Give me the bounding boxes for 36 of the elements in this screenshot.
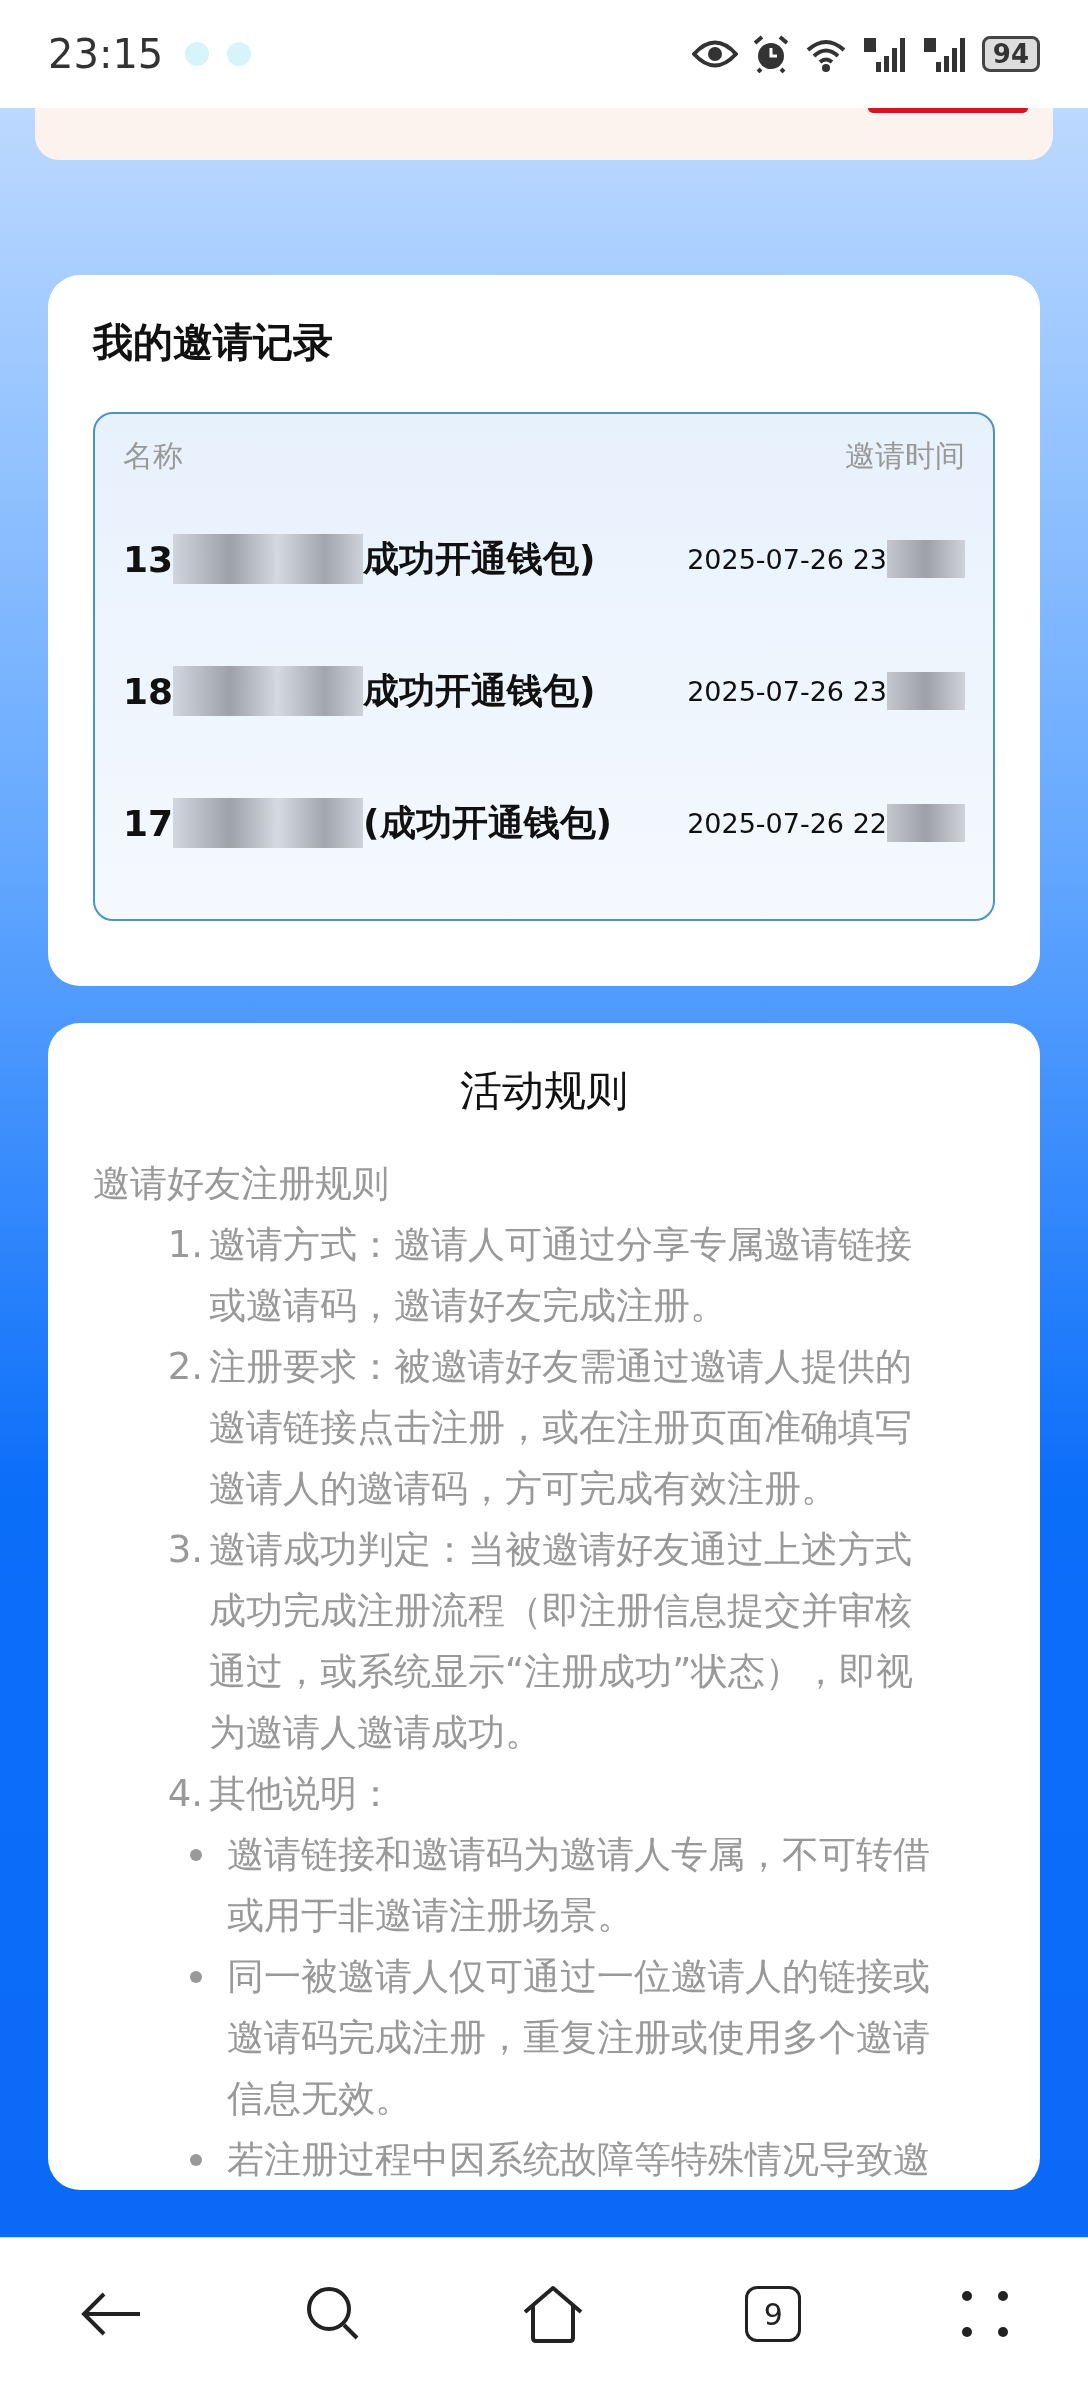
section-title: 我的邀请记录 bbox=[93, 318, 334, 367]
alarm-clock-icon bbox=[751, 35, 790, 73]
list-number: 4. bbox=[166, 1771, 203, 1817]
section-title: 活动规则 bbox=[459, 1065, 629, 1117]
rule-text: 注册要求：被邀请好友需通过邀请人提供的邀请链接点击注册，或在注册页面准确填写邀请人的邀请码，方可完成有效注册。 bbox=[209, 1344, 913, 1512]
notification-icon bbox=[227, 42, 252, 66]
invite-time: 2025-07-26 23 bbox=[687, 675, 887, 707]
rule-text: 邀请成功判定：当被邀请好友通过上述方式成功完成注册流程（即注册信息提交并审核通过，或系统显示“注册成功”状态），即视为邀请人邀请成功。 bbox=[209, 1527, 915, 1756]
clock-time: 23:15 bbox=[48, 31, 164, 77]
eye-icon bbox=[691, 39, 738, 69]
name-text: 18 bbox=[123, 670, 174, 712]
battery-level: 94 bbox=[981, 36, 1040, 72]
status-text: 成功开通钱包) bbox=[363, 668, 596, 713]
more-icon[interactable] bbox=[961, 2291, 1008, 2337]
rule-text: 其他说明： bbox=[209, 1771, 395, 1817]
list-number: 3. bbox=[166, 1527, 203, 1573]
column-header: 邀请时间 bbox=[845, 437, 965, 475]
list-number: 1. bbox=[166, 1222, 203, 1268]
bullet-icon bbox=[190, 1849, 202, 1861]
bullet-icon bbox=[190, 1971, 202, 1983]
rule-text: 同一被邀请人仅可通过一位邀请人的链接或邀请码完成注册，重复注册或使用多个邀请信息无效。 bbox=[227, 1954, 931, 2122]
invite-time: 2025-07-26 22 bbox=[687, 807, 887, 839]
rule-text: 邀请方式：邀请人可通过分享专属邀请链接或邀请码，邀请好友完成注册。 bbox=[209, 1222, 913, 1329]
rule-text: 若注册过程中因系统故障等特殊情况导致邀 bbox=[227, 2137, 931, 2183]
rule-text: 邀请链接和邀请码为邀请人专属，不可转借或用于非邀请注册场景。 bbox=[227, 1832, 931, 1939]
tabs-button[interactable]: 9 bbox=[745, 2286, 802, 2342]
status-text: 成功开通钱包) bbox=[363, 536, 596, 581]
notification-icon bbox=[185, 42, 210, 66]
invite-time: 2025-07-26 23 bbox=[687, 543, 887, 575]
name-text: 17 bbox=[123, 802, 174, 844]
list-number: 2. bbox=[166, 1344, 203, 1390]
status-text: (成功开通钱包) bbox=[363, 800, 612, 845]
name-text: 13 bbox=[123, 538, 174, 580]
column-header: 名称 bbox=[123, 437, 183, 475]
rules-heading: 邀请好友注册规则 bbox=[93, 1161, 390, 1207]
bullet-icon bbox=[190, 2154, 202, 2166]
